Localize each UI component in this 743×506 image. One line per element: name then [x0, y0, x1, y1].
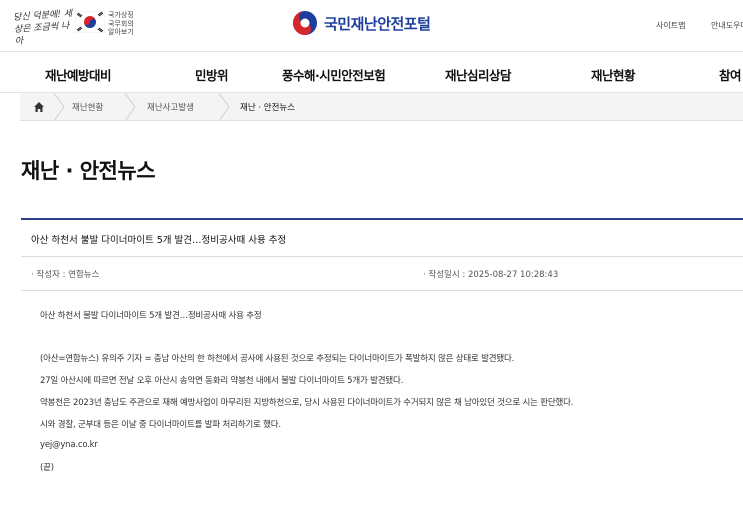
guide-link[interactable]: 안내도우미: [711, 20, 743, 31]
main-nav: 재난예방대비 민방위 풍수해·시민안전보험 재난심리상담 재난현황 참여: [0, 53, 743, 93]
nav-item-disaster-status[interactable]: 재난현황: [591, 65, 636, 84]
sitemap-link[interactable]: 사이트맵: [656, 20, 685, 31]
article-body-line: (끝): [40, 463, 54, 473]
gov-symbol-link[interactable]: 국가상징 국무회의 알아보기: [108, 11, 134, 37]
home-icon[interactable]: [32, 100, 46, 114]
nav-item-insurance[interactable]: 풍수해·시민안전보험: [282, 65, 386, 84]
article-date: · 작성일시 : 2025-08-27 10:28:43: [423, 270, 559, 280]
logo-text: 국민재난안전포털: [324, 14, 431, 33]
site-header: 당신 덕분에! 세상은 조금씩 나아 국가상징 국무회의 알아보기 국민재난안전…: [0, 0, 743, 52]
chevron-right-icon: [53, 93, 65, 121]
divider: [21, 290, 743, 291]
page-title: 재난 · 안전뉴스: [21, 159, 156, 183]
nav-item-disaster-prep[interactable]: 재난예방대비: [45, 65, 112, 84]
portal-logo-icon: [293, 11, 317, 35]
breadcrumb-item[interactable]: 재난현황: [72, 101, 103, 113]
taegeukgi-flag-icon[interactable]: [75, 11, 105, 33]
nav-item-counseling[interactable]: 재난심리상담: [445, 65, 512, 84]
article-body-line: 시와 경찰, 군부대 등은 이날 중 다이너마이트를 발파 처리하기로 했다.: [40, 420, 281, 430]
breadcrumb-item[interactable]: 재난사고발생: [147, 101, 194, 113]
article-body-line: 27일 아산시에 따르면 전날 오후 아산시 송악면 동화리 약봉천 내에서 불…: [40, 376, 404, 386]
article-title: 아산 하천서 불발 다이너마이트 5개 발견…정비공사때 사용 추정: [31, 235, 287, 246]
nav-item-civil-defense[interactable]: 민방위: [195, 65, 229, 84]
breadcrumb: 재난현황 재난사고발생 재난 · 안전뉴스: [20, 93, 743, 121]
article-author: · 작성자 : 연합뉴스: [31, 270, 100, 280]
slogan-logo[interactable]: 당신 덕분에! 세상은 조금씩 나아: [13, 9, 74, 47]
article-body-line: 아산 하천서 불발 다이너마이트 5개 발견…정비공사때 사용 추정: [40, 311, 262, 321]
article-body-line[interactable]: yej@yna.co.kr: [40, 440, 98, 450]
divider: [21, 256, 743, 257]
chevron-right-icon: [124, 93, 136, 121]
gov-text-line: 국무회의: [108, 19, 134, 28]
chevron-right-icon: [218, 93, 230, 121]
gov-text-line: 알아보기: [108, 28, 134, 36]
nav-item-participation[interactable]: 참여: [719, 65, 742, 84]
site-logo[interactable]: 국민재난안전포털: [292, 9, 431, 37]
article-body-line: 약봉천은 2023년 충남도 주관으로 재해 예방사업이 마무리된 지방하천으로…: [40, 398, 574, 408]
article-body-line: (아산=연합뉴스) 유의주 기자 = 충남 아산의 한 하천에서 공사에 사용된…: [40, 354, 515, 364]
gov-text-line: 국가상징: [108, 11, 134, 19]
article-top-rule: [21, 218, 743, 220]
breadcrumb-current: 재난 · 안전뉴스: [240, 103, 296, 113]
slogan-text: 당신 덕분에! 세상은 조금씩 나아: [12, 9, 73, 48]
